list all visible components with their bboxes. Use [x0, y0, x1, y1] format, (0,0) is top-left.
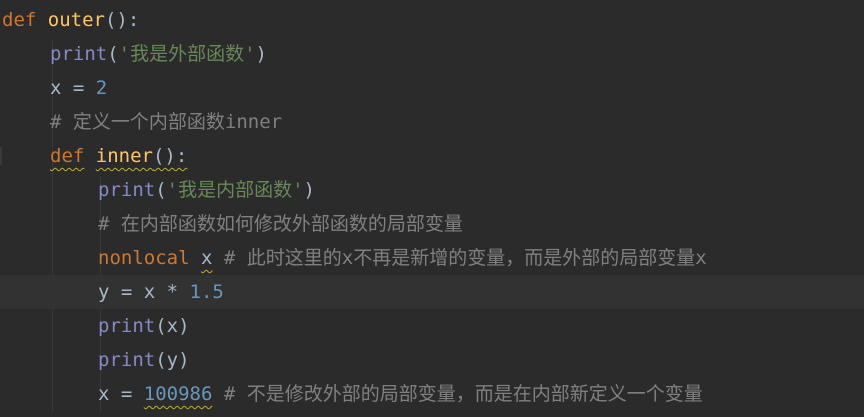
builtin-print: print — [98, 179, 156, 201]
keyword-def: def — [50, 145, 85, 167]
code-line[interactable]: def inner(): — [0, 139, 864, 173]
variable: x — [98, 383, 110, 405]
code-line[interactable]: print('我是外部函数') — [0, 37, 864, 71]
variable: x — [200, 247, 213, 269]
code-line-current[interactable]: y = x * 1.5 — [0, 275, 864, 309]
code-line[interactable]: x = 100986 # 不是修改外部的局部变量，而是在内部新定义一个变量 — [0, 377, 864, 411]
number-literal: 100986 — [143, 383, 213, 405]
code-line[interactable]: x = 2 — [0, 71, 864, 105]
code-line[interactable]: print(x) — [0, 309, 864, 343]
code-line[interactable]: # 定义一个内部函数inner — [0, 105, 864, 139]
keyword-def: def — [2, 9, 37, 31]
code-line[interactable]: print('我是内部函数') — [0, 173, 864, 207]
code-line[interactable]: # 在内部函数如何修改外部函数的局部变量 — [0, 207, 864, 241]
string-literal: '我是外部函数' — [118, 43, 256, 65]
function-name: outer — [47, 9, 105, 31]
builtin-print: print — [98, 349, 156, 371]
code-editor[interactable]: def outer(): print('我是外部函数') x = 2 # 定义一… — [0, 0, 864, 417]
fold-marker[interactable] — [0, 147, 2, 165]
number-literal: 1.5 — [189, 281, 224, 303]
code-line[interactable]: def outer(): — [0, 3, 864, 37]
argument: x — [166, 315, 179, 337]
comment: # 定义一个内部函数inner — [50, 111, 283, 133]
code-line[interactable]: nonlocal x # 此时这里的x不再是新增的变量，而是外部的局部变量x — [0, 241, 864, 275]
variable: y — [98, 281, 110, 303]
builtin-print: print — [98, 315, 156, 337]
builtin-print: print — [50, 43, 108, 65]
variable: x — [50, 77, 62, 99]
function-name: inner — [95, 145, 153, 167]
argument: y — [166, 349, 179, 371]
comment: # 在内部函数如何修改外部函数的局部变量 — [98, 213, 463, 235]
keyword-nonlocal: nonlocal — [98, 247, 190, 269]
code-line[interactable]: print(y) — [0, 343, 864, 377]
comment: # 此时这里的x不再是新增的变量，而是外部的局部变量x — [223, 247, 707, 269]
comment: # 不是修改外部的局部变量，而是在内部新定义一个变量 — [223, 383, 703, 405]
punctuation: (): — [152, 145, 188, 167]
number-literal: 2 — [95, 77, 108, 99]
punctuation: (): — [104, 9, 140, 31]
string-literal: '我是内部函数' — [166, 179, 304, 201]
